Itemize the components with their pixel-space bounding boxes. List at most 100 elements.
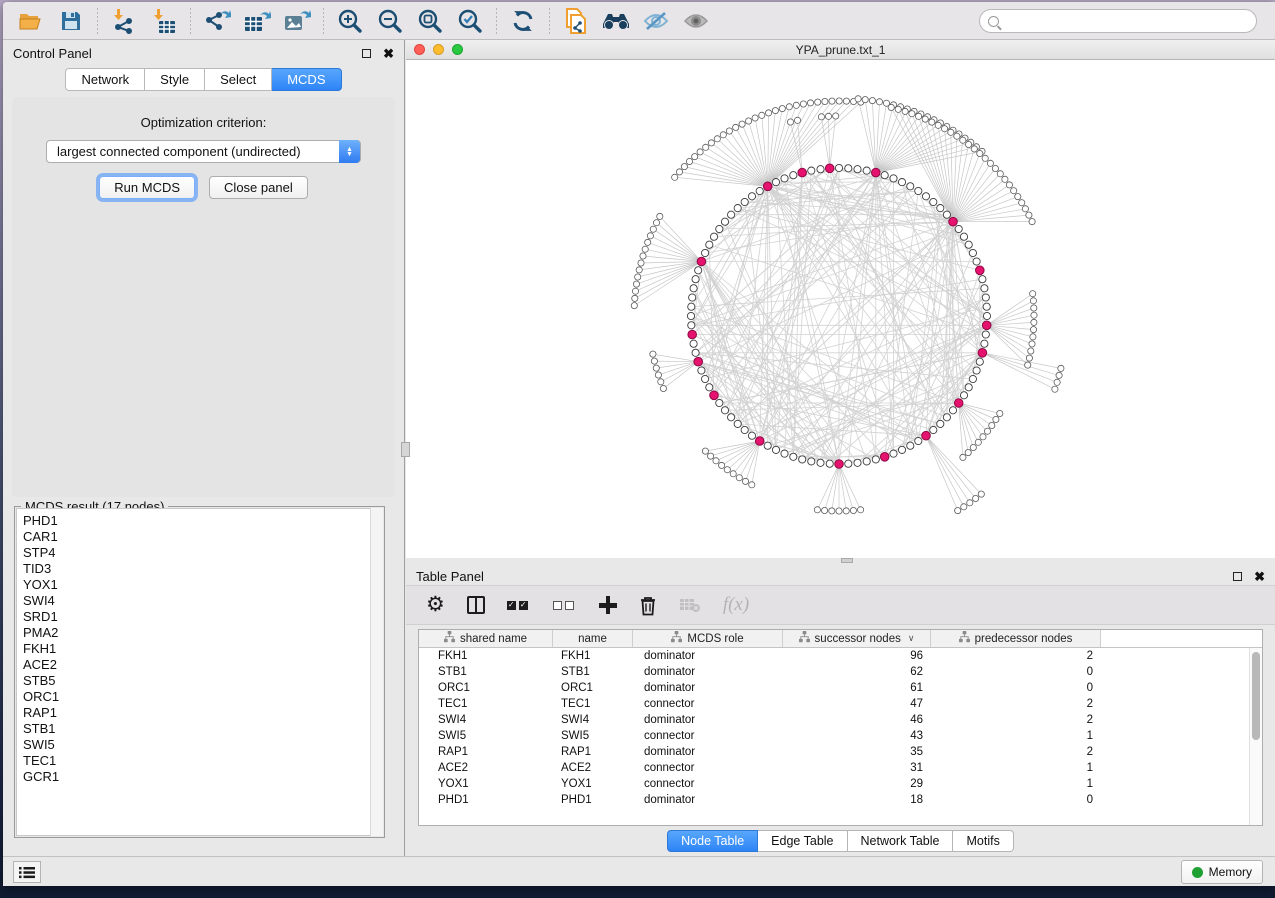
- export-image-icon[interactable]: [277, 5, 317, 37]
- cell[interactable]: FKH1: [553, 648, 633, 664]
- cell[interactable]: dominator: [633, 648, 783, 664]
- first-neighbors-icon[interactable]: [596, 5, 636, 37]
- cell[interactable]: YOX1: [419, 776, 553, 792]
- cell[interactable]: ACE2: [553, 760, 633, 776]
- result-item[interactable]: STP4: [23, 545, 382, 561]
- cell[interactable]: connector: [633, 760, 783, 776]
- result-item[interactable]: SWI4: [23, 593, 382, 609]
- table-row[interactable]: YOX1YOX1connector291: [419, 776, 1262, 792]
- table-scrollbar[interactable]: [1249, 648, 1262, 825]
- import-network-icon[interactable]: [104, 5, 144, 37]
- cell[interactable]: 1: [931, 728, 1101, 744]
- result-item[interactable]: ACE2: [23, 657, 382, 673]
- tab-edge-table[interactable]: Edge Table: [758, 830, 847, 852]
- float-table-panel-icon[interactable]: [1233, 572, 1242, 581]
- cell[interactable]: connector: [633, 776, 783, 792]
- zoom-out-icon[interactable]: [370, 5, 410, 37]
- result-item[interactable]: FKH1: [23, 641, 382, 657]
- table-row[interactable]: SWI5SWI5connector431: [419, 728, 1262, 744]
- column-header-shared-name[interactable]: shared name: [419, 630, 553, 647]
- cell[interactable]: 35: [783, 744, 931, 760]
- cell[interactable]: 1: [931, 776, 1101, 792]
- result-item[interactable]: PHD1: [23, 513, 382, 529]
- table-row[interactable]: ORC1ORC1dominator610: [419, 680, 1262, 696]
- cell[interactable]: ORC1: [553, 680, 633, 696]
- table-row[interactable]: STB1STB1dominator620: [419, 664, 1262, 680]
- result-item[interactable]: RAP1: [23, 705, 382, 721]
- cell[interactable]: PHD1: [553, 792, 633, 808]
- cell[interactable]: FKH1: [419, 648, 553, 664]
- cell[interactable]: dominator: [633, 792, 783, 808]
- result-item[interactable]: TID3: [23, 561, 382, 577]
- tab-mcds[interactable]: MCDS: [272, 68, 341, 91]
- result-item[interactable]: STB5: [23, 673, 382, 689]
- close-panel-button[interactable]: Close panel: [209, 176, 308, 199]
- table-row[interactable]: ACE2ACE2connector311: [419, 760, 1262, 776]
- cell[interactable]: dominator: [633, 712, 783, 728]
- cell[interactable]: 2: [931, 696, 1101, 712]
- result-item[interactable]: GCR1: [23, 769, 382, 785]
- tab-style[interactable]: Style: [145, 68, 205, 91]
- cell[interactable]: SWI4: [553, 712, 633, 728]
- cell[interactable]: SWI5: [419, 728, 553, 744]
- column-header-name[interactable]: name: [553, 630, 633, 647]
- cell[interactable]: SWI4: [419, 712, 553, 728]
- cell[interactable]: 31: [783, 760, 931, 776]
- delete-column-icon[interactable]: [639, 595, 657, 616]
- create-column-icon[interactable]: [599, 596, 617, 614]
- import-table-icon[interactable]: [144, 5, 184, 37]
- export-table-icon[interactable]: [237, 5, 277, 37]
- table-row[interactable]: TEC1TEC1connector472: [419, 696, 1262, 712]
- node-table[interactable]: shared namenameMCDS rolesuccessor nodes∨…: [418, 629, 1263, 826]
- table-row[interactable]: RAP1RAP1dominator352: [419, 744, 1262, 760]
- tab-network-table[interactable]: Network Table: [848, 830, 954, 852]
- cell[interactable]: TEC1: [419, 696, 553, 712]
- optimization-select[interactable]: largest connected component (undirected)…: [46, 140, 361, 163]
- new-network-from-selection-icon[interactable]: [556, 5, 596, 37]
- cell[interactable]: dominator: [633, 680, 783, 696]
- column-header-MCDS-role[interactable]: MCDS role: [633, 630, 783, 647]
- cell[interactable]: 61: [783, 680, 931, 696]
- column-header-predecessor-nodes[interactable]: predecessor nodes: [931, 630, 1101, 647]
- network-canvas[interactable]: [406, 60, 1275, 558]
- cell[interactable]: 2: [931, 648, 1101, 664]
- cell[interactable]: ORC1: [419, 680, 553, 696]
- cell[interactable]: STB1: [419, 664, 553, 680]
- cell[interactable]: 0: [931, 792, 1101, 808]
- result-item[interactable]: ORC1: [23, 689, 382, 705]
- deselect-all-columns-icon[interactable]: [553, 601, 577, 610]
- cell[interactable]: 0: [931, 664, 1101, 680]
- tab-network[interactable]: Network: [65, 68, 145, 91]
- cell[interactable]: PHD1: [419, 792, 553, 808]
- cell[interactable]: STB1: [553, 664, 633, 680]
- save-session-icon[interactable]: [51, 5, 91, 37]
- zoom-selected-icon[interactable]: [450, 5, 490, 37]
- export-network-icon[interactable]: [197, 5, 237, 37]
- cell[interactable]: 62: [783, 664, 931, 680]
- cell[interactable]: TEC1: [553, 696, 633, 712]
- column-header-successor-nodes[interactable]: successor nodes∨: [783, 630, 931, 647]
- show-all-icon[interactable]: [676, 5, 716, 37]
- cell[interactable]: 18: [783, 792, 931, 808]
- cell[interactable]: 2: [931, 712, 1101, 728]
- cell[interactable]: ACE2: [419, 760, 553, 776]
- hide-selected-icon[interactable]: [636, 5, 676, 37]
- search-input[interactable]: [1005, 14, 1256, 28]
- tab-node-table[interactable]: Node Table: [667, 830, 758, 852]
- cell[interactable]: SWI5: [553, 728, 633, 744]
- mcds-result-list[interactable]: PHD1CAR1STP4TID3YOX1SWI4SRD1PMA2FKH1ACE2…: [16, 508, 383, 836]
- open-file-icon[interactable]: [11, 5, 51, 37]
- close-panel-icon[interactable]: ✖: [383, 49, 394, 58]
- result-scrollbar[interactable]: [370, 508, 383, 836]
- cell[interactable]: 96: [783, 648, 931, 664]
- close-table-panel-icon[interactable]: ✖: [1254, 572, 1265, 581]
- result-item[interactable]: SWI5: [23, 737, 382, 753]
- cell[interactable]: 47: [783, 696, 931, 712]
- cell[interactable]: RAP1: [419, 744, 553, 760]
- search-box[interactable]: [979, 9, 1257, 33]
- cell[interactable]: dominator: [633, 744, 783, 760]
- cell[interactable]: 2: [931, 744, 1101, 760]
- result-item[interactable]: STB1: [23, 721, 382, 737]
- zoom-in-icon[interactable]: [330, 5, 370, 37]
- cell[interactable]: RAP1: [553, 744, 633, 760]
